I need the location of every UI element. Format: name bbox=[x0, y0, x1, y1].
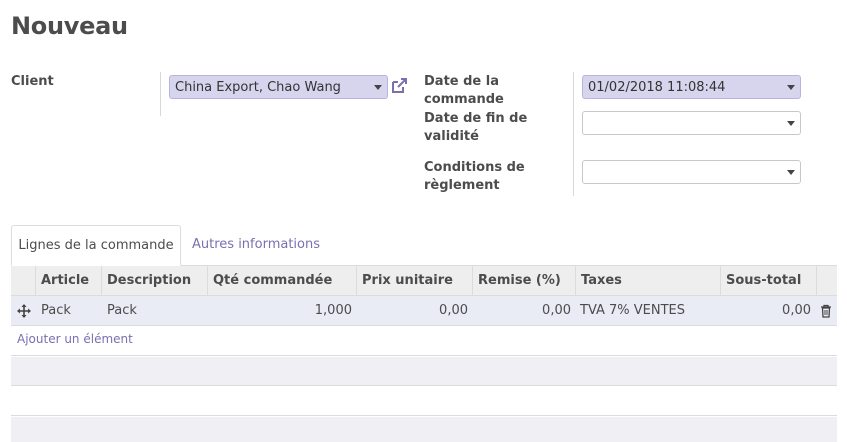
payment-terms-select[interactable] bbox=[582, 160, 801, 184]
header-handle-col bbox=[11, 266, 35, 296]
header-taxes[interactable]: Taxes bbox=[575, 266, 720, 296]
empty-row bbox=[11, 357, 837, 386]
validity-label-line1: Date de fin de bbox=[424, 111, 528, 126]
external-link-icon[interactable] bbox=[389, 76, 409, 96]
header-quantity[interactable]: Qté commandée bbox=[207, 266, 356, 296]
payment-terms-label: Conditions de règlement bbox=[424, 159, 525, 195]
tab-other-info[interactable]: Autres informations bbox=[186, 225, 326, 266]
payment-terms-label-line1: Conditions de bbox=[424, 160, 525, 175]
divider bbox=[573, 72, 574, 196]
header-discount[interactable]: Remise (%) bbox=[472, 266, 575, 296]
client-value: China Export, Chao Wang bbox=[175, 80, 341, 95]
divider bbox=[160, 72, 161, 116]
header-action-col bbox=[816, 266, 837, 296]
validity-label: Date de fin de validité bbox=[424, 110, 527, 146]
validity-label-line2: validité bbox=[424, 129, 479, 144]
chevron-down-icon bbox=[787, 170, 795, 175]
header-subtotal[interactable]: Sous-total bbox=[720, 266, 816, 296]
cell-taxes[interactable]: TVA 7% VENTES bbox=[580, 296, 685, 325]
order-date-label-line2: commande bbox=[424, 92, 504, 107]
page-title: Nouveau bbox=[11, 12, 128, 40]
header-unit-price[interactable]: Prix unitaire bbox=[356, 266, 472, 296]
chevron-down-icon bbox=[787, 85, 795, 90]
client-label: Client bbox=[11, 74, 54, 89]
table-header: Article Description Qté commandée Prix u… bbox=[11, 266, 837, 296]
order-date-label: Date de la commande bbox=[424, 73, 504, 109]
order-date-label-line1: Date de la bbox=[424, 74, 499, 89]
cell-unit-price[interactable]: 0,00 bbox=[356, 296, 468, 325]
chevron-down-icon bbox=[374, 85, 382, 90]
validity-date-field[interactable] bbox=[582, 111, 801, 135]
move-arrows-icon[interactable] bbox=[17, 304, 31, 318]
cell-quantity[interactable]: 1,000 bbox=[207, 296, 352, 325]
cell-discount[interactable]: 0,00 bbox=[472, 296, 571, 325]
tab-order-lines[interactable]: Lignes de la commande bbox=[11, 225, 181, 266]
cell-description[interactable]: Pack bbox=[107, 296, 137, 325]
table-row[interactable]: Pack Pack 1,000 0,00 0,00 TVA 7% VENTES … bbox=[11, 296, 837, 326]
header-article[interactable]: Article bbox=[35, 266, 101, 296]
payment-terms-label-line2: règlement bbox=[424, 178, 500, 193]
client-select[interactable]: China Export, Chao Wang bbox=[169, 75, 388, 99]
order-date-value: 01/02/2018 11:08:44 bbox=[588, 80, 726, 95]
header-description[interactable]: Description bbox=[101, 266, 207, 296]
order-date-field[interactable]: 01/02/2018 11:08:44 bbox=[582, 75, 801, 99]
empty-row bbox=[11, 387, 837, 416]
cell-subtotal: 0,00 bbox=[782, 303, 811, 318]
trash-icon[interactable] bbox=[820, 304, 832, 318]
cell-article[interactable]: Pack bbox=[41, 296, 71, 325]
add-item-row: Ajouter un élément bbox=[11, 326, 837, 356]
add-item-link[interactable]: Ajouter un élément bbox=[17, 332, 133, 346]
chevron-down-icon bbox=[787, 121, 795, 126]
empty-row bbox=[11, 417, 837, 442]
